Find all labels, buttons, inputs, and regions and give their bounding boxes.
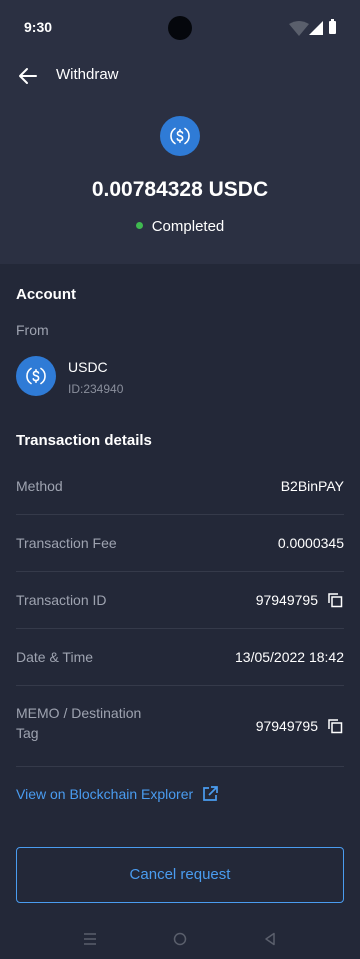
external-link-icon [203, 786, 219, 801]
account-coin-icon [16, 356, 56, 396]
view-blockchain-explorer-link[interactable]: View on Blockchain Explorer [16, 785, 219, 803]
method-label: Method [16, 478, 63, 494]
fee-value-text: 0.0000345 [277, 535, 344, 551]
date-time-text: 13/05/2022 18:42 [235, 649, 344, 665]
page-title: Withdraw [56, 66, 119, 83]
date-time-label: Date & Time [16, 649, 94, 665]
wifi-icon [289, 21, 309, 36]
memo-label-line1: MEMO / Destination [16, 705, 142, 721]
usdc-coin-icon [160, 116, 200, 156]
transaction-id-label: Transaction ID [16, 592, 107, 608]
signal-icon [309, 21, 323, 35]
from-label: From [16, 322, 49, 338]
method-value-text: B2BinPAY [280, 478, 344, 494]
camera-cutout [168, 16, 192, 40]
status-dot-icon [135, 222, 143, 229]
cancel-request-button[interactable]: Cancel request [16, 847, 344, 903]
copy-icon[interactable] [326, 591, 344, 609]
fee-value: 0.0000345 [278, 533, 344, 553]
detail-row-transaction-id: Transaction ID 97949795 [16, 572, 344, 629]
explorer-link-label: View on Blockchain Explorer [16, 786, 194, 802]
fee-label: Transaction Fee [16, 535, 117, 551]
home-icon[interactable] [173, 932, 187, 946]
battery-icon [329, 19, 336, 34]
detail-row-method: Method B2BinPAY [16, 458, 344, 515]
withdraw-amount: 0.00784328 USDC [91, 178, 269, 201]
recent-apps-icon[interactable] [83, 932, 97, 946]
transaction-id-value: 97949795 [256, 590, 344, 610]
status-time: 9:30 [24, 19, 53, 35]
account-id: ID:234940 [68, 382, 124, 396]
status-label: Completed [151, 218, 225, 235]
account-name: USDC [68, 359, 108, 375]
copy-icon[interactable] [326, 717, 344, 735]
status-bar: 9:30 [0, 0, 360, 56]
method-value: B2BinPAY [281, 476, 344, 496]
detail-row-fee: Transaction Fee 0.0000345 [16, 515, 344, 572]
back-arrow-icon[interactable] [16, 64, 40, 88]
detail-row-memo: MEMO / Destination Tag 97949795 [16, 686, 344, 767]
memo-label-line2: Tag [16, 725, 39, 741]
transaction-details-title: Transaction details [16, 432, 152, 449]
nav-back-icon[interactable] [263, 932, 277, 946]
memo-value-text: 97949795 [255, 718, 318, 734]
transaction-id-text: 97949795 [255, 592, 318, 608]
memo-label: MEMO / Destination Tag [16, 703, 141, 743]
account-section-title: Account [16, 286, 76, 303]
detail-row-date-time: Date & Time 13/05/2022 18:42 [16, 629, 344, 686]
transaction-status: Completed [0, 218, 360, 235]
memo-value: 97949795 [256, 716, 344, 736]
system-nav-bar [0, 919, 360, 959]
date-time-value: 13/05/2022 18:42 [235, 647, 344, 667]
